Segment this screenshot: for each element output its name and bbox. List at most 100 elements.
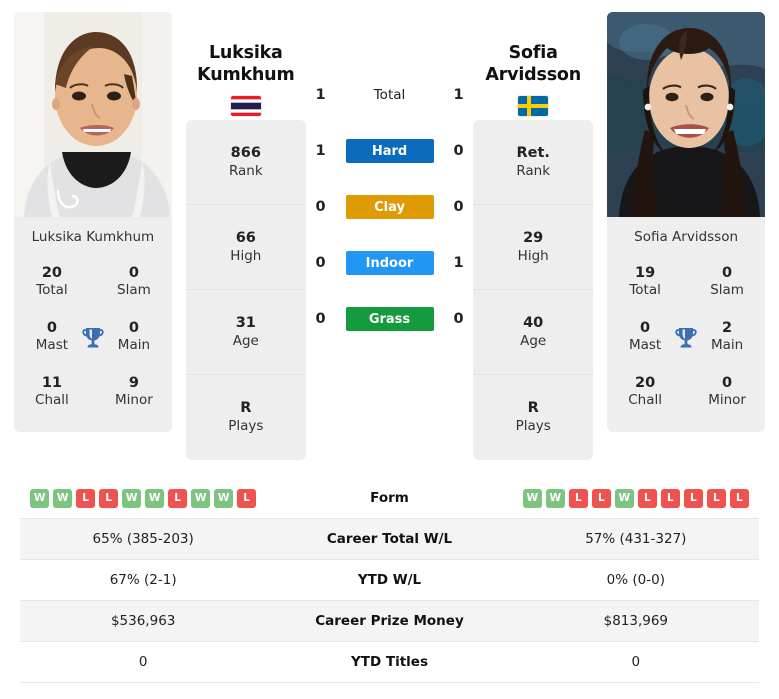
right-info-age: 40 Age	[473, 290, 594, 375]
form-badge-win[interactable]: W	[522, 488, 542, 508]
surface-pill-hard[interactable]: Hard	[345, 139, 434, 163]
form-badge-loss[interactable]: L	[706, 488, 726, 508]
right-form-cell: WWLLWLLLLL	[513, 488, 759, 508]
right-player-name: Sofia Arvidsson	[485, 43, 581, 86]
left-stat-mast: 0 Mast	[35, 320, 69, 354]
form-badge-loss[interactable]: L	[660, 488, 680, 508]
stat-label-cell: YTD W/L	[357, 572, 422, 588]
table-row: 65% (385-203) Career Total W/L 57% (431-32…	[20, 519, 759, 560]
table-row: W W L L W W L W W L Form W W L L W L L L L L	[20, 478, 759, 519]
right-stat-chall: 20 Chall	[628, 375, 662, 409]
surface-pill-total[interactable]: Total	[346, 83, 434, 107]
left-stat-minor: 9 Minor	[115, 375, 153, 409]
trophy-icon	[673, 324, 699, 350]
right-score-grass: 0	[453, 311, 464, 327]
form-badge-loss[interactable]: L	[729, 488, 749, 508]
left-stat-slam: 0 Slam	[117, 265, 151, 299]
left-value-cell: 67% (2-1)	[109, 572, 177, 588]
table-row: $536,963 Career Prize Money $813,969	[20, 601, 759, 642]
left-info-plays: R Plays	[228, 400, 264, 435]
left-value-cell: 0	[138, 654, 148, 670]
right-player-photo	[607, 12, 765, 217]
form-badge-win[interactable]: W	[545, 488, 565, 508]
left-score-clay: 0	[315, 199, 326, 215]
right-titles-row-2: 0 Mast 2 Main	[613, 310, 759, 365]
surface-row-hard: 1 Hard 0	[310, 123, 470, 179]
surface-row-indoor: 0 Indoor 1	[310, 235, 470, 291]
stat-label-cell: Career Prize Money	[315, 613, 464, 629]
form-badge-win[interactable]: W	[191, 488, 211, 508]
right-player-header: Sofia Arvidsson	[473, 24, 593, 132]
sweden-flag-icon	[518, 95, 549, 116]
left-score-hard: 1	[315, 143, 326, 159]
right-titles-grid: 19 Total 0 Slam 0 Mast 2 Main 20 Chall 0…	[607, 255, 765, 432]
surface-row-grass: 0 Grass 0	[310, 291, 470, 347]
left-stat-chall: 11 Chall	[35, 375, 69, 409]
top-comparison-area: Luksika Kumkhum 20 Total 0 Slam 0 Mast 0…	[0, 0, 779, 478]
left-info-high: 66 High	[185, 205, 306, 290]
surface-pill-clay[interactable]: Clay	[345, 195, 434, 219]
form-badge-loss[interactable]: L	[168, 488, 188, 508]
left-player-photo	[14, 12, 172, 217]
right-value-cell: 0	[631, 654, 641, 670]
right-value-cell: 57% (431-327)	[585, 531, 687, 547]
surface-pill-indoor[interactable]: Indoor	[345, 251, 434, 275]
form-badge-loss[interactable]: L	[76, 488, 96, 508]
form-badge-win[interactable]: W	[53, 488, 73, 508]
left-titles-row-2: 0 Mast 0 Main	[20, 310, 166, 365]
left-player-card[interactable]: Luksika Kumkhum 20 Total 0 Slam 0 Mast 0…	[14, 12, 172, 432]
right-titles-row-3: 20 Chall 0 Minor	[613, 365, 759, 420]
stat-label-cell: YTD Titles	[350, 654, 428, 670]
table-row: 67% (2-1) YTD W/L 0% (0-0)	[20, 560, 759, 601]
right-stat-total: 19 Total	[629, 265, 661, 299]
right-score-total: 1	[453, 87, 464, 103]
form-badge-loss[interactable]: L	[99, 488, 119, 508]
right-score-hard: 0	[453, 143, 464, 159]
left-score-total: 1	[315, 87, 326, 103]
right-info-high: 29 High	[473, 205, 594, 290]
table-row: 0 YTD Titles 0	[20, 642, 759, 683]
left-titles-grid: 20 Total 0 Slam 0 Mast 0 Main 11 Chall 9…	[14, 255, 172, 432]
trophy-icon	[80, 324, 106, 350]
right-stat-minor: 0 Minor	[708, 375, 746, 409]
form-badge-loss[interactable]: L	[591, 488, 611, 508]
form-badge-loss[interactable]: L	[637, 488, 657, 508]
left-titles-row-3: 11 Chall 9 Minor	[20, 365, 166, 420]
form-badge-win[interactable]: W	[122, 488, 142, 508]
stats-comparison-table: W W L L W W L W W L Form W W L L W L L L L L 65% (385-203) Car…	[20, 478, 759, 683]
surface-comparison-column: 1 Total 1 1 Hard 0 0 Clay 0 0 Indoor 1 0 Grass 0	[306, 67, 473, 347]
right-titles-row-1: 19 Total 0 Slam	[613, 255, 759, 310]
left-info-rank: 866 Rank	[185, 120, 306, 205]
form-badge-win[interactable]: W	[614, 488, 634, 508]
right-info-rank: Ret. Rank	[473, 120, 594, 205]
form-badge-loss[interactable]: L	[568, 488, 588, 508]
left-value-cell: $536,963	[110, 613, 176, 629]
right-value-cell: $813,969	[603, 613, 669, 629]
left-value-cell: 65% (385-203)	[92, 531, 194, 547]
stat-label-cell: Form	[370, 490, 409, 506]
right-score-clay: 0	[453, 199, 464, 215]
left-stat-total: 20 Total	[36, 265, 68, 299]
right-score-indoor: 1	[453, 255, 464, 271]
left-score-indoor: 0	[315, 255, 326, 271]
form-badge-win[interactable]: W	[214, 488, 234, 508]
surface-row-total: 1 Total 1	[310, 67, 470, 123]
form-badge-win[interactable]: W	[145, 488, 165, 508]
left-stat-main: 0 Main	[117, 320, 151, 354]
right-value-cell: 0% (0-0)	[606, 572, 665, 588]
left-player-name: Luksika Kumkhum	[197, 43, 295, 86]
form-badge-loss[interactable]: L	[683, 488, 703, 508]
right-stat-mast: 0 Mast	[628, 320, 662, 354]
surface-pill-grass[interactable]: Grass	[345, 307, 434, 331]
form-badge-loss[interactable]: L	[237, 488, 257, 508]
form-badge-win[interactable]: W	[30, 488, 50, 508]
left-player-photo-name: Luksika Kumkhum	[14, 217, 172, 255]
right-stat-main: 2 Main	[710, 320, 744, 354]
surface-row-clay: 0 Clay 0	[310, 179, 470, 235]
right-player-card[interactable]: Sofia Arvidsson 19 Total 0 Slam 0 Mast 2…	[607, 12, 765, 432]
right-info-plays: R Plays	[515, 400, 551, 435]
right-player-photo-name: Sofia Arvidsson	[607, 217, 765, 255]
h2h-comparison-page: Luksika Kumkhum 20 Total 0 Slam 0 Mast 0…	[0, 0, 779, 699]
left-titles-row-1: 20 Total 0 Slam	[20, 255, 166, 310]
right-stat-slam: 0 Slam	[710, 265, 744, 299]
